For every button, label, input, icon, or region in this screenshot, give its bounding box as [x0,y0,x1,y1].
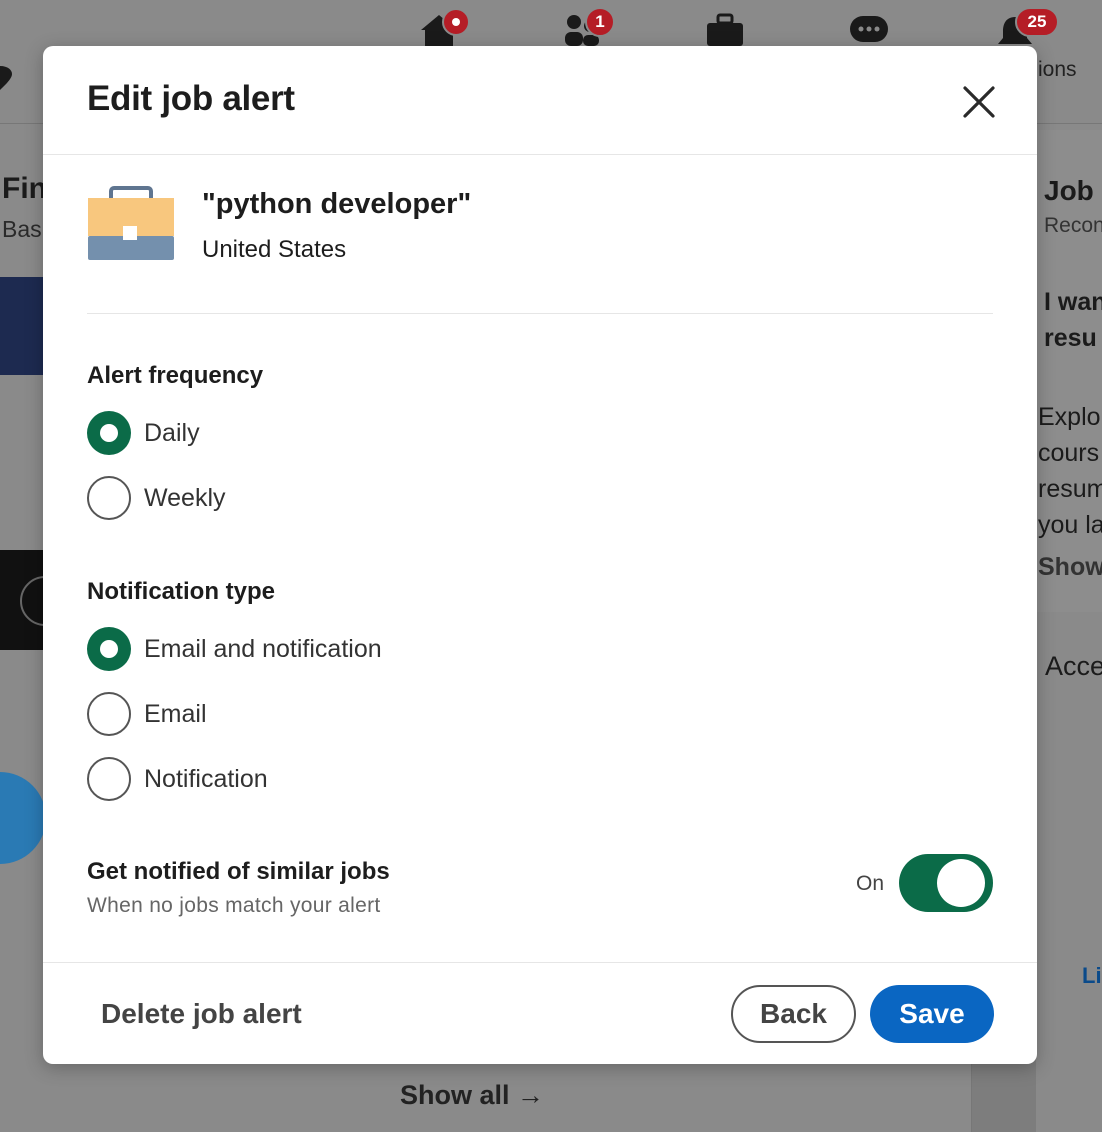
frequency-option-weekly[interactable]: Weekly [87,476,226,520]
radio-label-email-and-notification: Email and notification [144,634,382,663]
radio-button-daily[interactable] [87,411,131,455]
bg-left-sub: Bas [2,216,42,242]
dialog-header: Edit job alert [43,46,1037,155]
bg-left-heading: Fin [2,172,44,205]
bg-right-promo-line1: I wan [1044,288,1102,316]
close-button[interactable] [953,76,1005,128]
notification-type-label: Notification type [87,578,276,605]
radio-label-email: Email [144,699,207,728]
bg-right-body-line2: cours [1038,439,1100,467]
bg-right-body-line3: resum [1038,475,1102,503]
edit-job-alert-dialog: Edit job alert "python developer" United… [43,46,1037,1064]
network-badge: 1 [585,7,615,37]
briefcase-icon [88,186,174,260]
job-alert-location: United States [202,236,347,263]
similar-jobs-subtitle: When no jobs match your alert [87,894,381,917]
nav-label-fragment: ions [1038,58,1077,81]
bg-right-body-line1: Explo [1038,403,1101,431]
bg-right-show-link: Show [1038,553,1102,581]
company-logo [0,277,46,375]
bg-right-heading: Job [1044,175,1094,206]
radio-button-weekly[interactable] [87,476,131,520]
dialog-title: Edit job alert [87,79,295,118]
toggle-knob [937,859,985,907]
bg-right-link: Li [1082,963,1102,988]
bg-right-sub: Recon [1044,214,1102,237]
radio-label-notification: Notification [144,764,268,793]
notifications-badge: 25 [1015,7,1059,37]
radio-button-notification[interactable] [87,757,131,801]
close-icon [963,86,995,118]
toggle-state-label: On [856,872,885,895]
radio-button-email-and-notification[interactable] [87,627,131,671]
jobs-briefcase-icon [707,13,743,46]
messaging-icon [850,16,888,42]
notification-option-email-and-notification[interactable]: Email and notification [87,627,382,671]
dialog-footer: Delete job alert Back Save [43,962,1037,1064]
bg-right-section: Acce [1045,651,1102,681]
bg-right-promo-line2: resu [1044,324,1097,352]
job-alert-keyword: "python developer" [202,188,472,220]
bg-right-body-line4: you la [1038,511,1102,539]
radio-label-daily: Daily [144,418,200,447]
job-alert-summary: "python developer" United States [87,186,993,314]
alert-frequency-label: Alert frequency [87,362,264,389]
similar-jobs-toggle[interactable] [899,854,993,912]
video-thumbnail [0,550,70,650]
save-button[interactable]: Save [870,985,994,1043]
location-pin-icon [0,66,12,90]
delete-job-alert-button[interactable]: Delete job alert [101,998,302,1030]
home-notification-dot [442,8,470,36]
show-all-link: Show all → [400,1080,545,1110]
notification-option-email[interactable]: Email [87,692,207,736]
frequency-option-daily[interactable]: Daily [87,411,200,455]
back-button[interactable]: Back [731,985,856,1043]
similar-jobs-title: Get notified of similar jobs [87,858,390,885]
radio-label-weekly: Weekly [144,483,226,512]
notification-option-notification[interactable]: Notification [87,757,268,801]
radio-button-email[interactable] [87,692,131,736]
